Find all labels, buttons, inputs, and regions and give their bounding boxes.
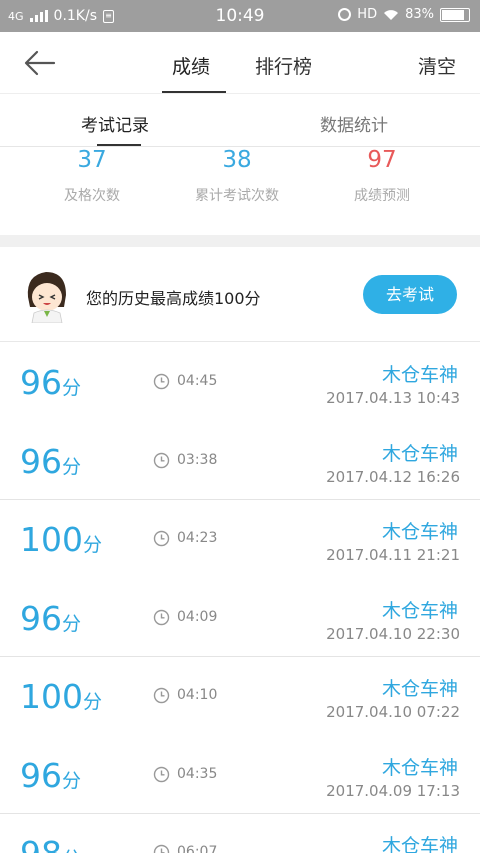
record-username: 木仓车神 [381, 756, 458, 779]
stat-value: 38 [222, 147, 252, 173]
stat-label: 累计考试次数 [195, 188, 279, 204]
clock-icon [153, 687, 170, 704]
score-unit: 分 [83, 534, 103, 556]
score-unit: 分 [62, 377, 82, 399]
avatar [27, 272, 66, 323]
score-value: 96 [20, 363, 62, 402]
section-divider [0, 235, 480, 247]
clock-icon [153, 766, 170, 782]
stat-label: 及格次数 [64, 188, 120, 204]
record-username: 木仓车神 [381, 599, 458, 622]
record-row[interactable]: 100分 04:10 木仓车神 2017.04.10 07:22 [0, 657, 480, 736]
stat-total-exams: 38 累计考试次数 [157, 147, 317, 205]
record-score: 96分 [20, 598, 82, 642]
best-score-banner: 您的历史最高成绩100分 去考试 [0, 247, 480, 342]
tab-data-statistics[interactable]: 数据统计 [320, 111, 388, 136]
record-score: 100分 [20, 522, 102, 563]
record-row[interactable]: 96分 03:38 木仓车神 2017.04.12 16:26 [0, 421, 480, 500]
score-value: 96 [20, 598, 62, 638]
record-score: 96分 [20, 755, 82, 799]
score-unit: 分 [83, 691, 103, 713]
record-score: 100分 [20, 679, 102, 720]
score-unit: 分 [62, 848, 81, 853]
top-navigation: 成绩 排行榜 清空 [0, 32, 480, 94]
record-date: 2017.04.11 21:21 [326, 546, 460, 564]
record-row[interactable]: 96分 04:09 木仓车神 2017.04.10 22:30 [0, 578, 480, 657]
battery-icon [440, 7, 470, 22]
status-bar: 4G 0.1K/s ≡ 10:49 HD 83% [0, 0, 480, 32]
score-value: 100 [20, 520, 83, 559]
record-duration: 04:09 [177, 608, 218, 625]
record-username: 木仓车神 [381, 442, 458, 465]
stat-pass-count: 37 及格次数 [12, 147, 172, 205]
stat-label: 成绩预测 [354, 188, 410, 204]
record-row[interactable]: 98分 06:07 木仓车神 [0, 814, 480, 853]
record-row[interactable]: 96分 04:35 木仓车神 2017.04.09 17:13 [0, 735, 480, 814]
record-username: 木仓车神 [381, 678, 458, 700]
record-row[interactable]: 100分 04:23 木仓车神 2017.04.11 21:21 [0, 500, 480, 579]
record-row[interactable]: 96分 04:45 木仓车神 2017.04.13 10:43 [0, 343, 480, 422]
stats-summary: 37 及格次数 38 累计考试次数 97 成绩预测 [0, 147, 480, 235]
score-value: 100 [20, 677, 83, 716]
record-duration: 04:10 [177, 687, 218, 703]
score-unit: 分 [62, 612, 82, 635]
record-username: 木仓车神 [381, 364, 458, 386]
stat-score-prediction: 97 成绩预测 [302, 147, 462, 205]
record-date: 2017.04.12 16:26 [326, 467, 460, 486]
score-unit: 分 [62, 455, 82, 478]
record-username: 木仓车神 [381, 521, 458, 543]
record-score: 96分 [20, 441, 82, 485]
record-date: 2017.04.13 10:43 [326, 389, 460, 407]
tab-leaderboard[interactable]: 排行榜 [255, 52, 312, 79]
back-arrow-icon[interactable] [22, 48, 58, 78]
clock-icon [153, 452, 170, 468]
clock-icon [153, 609, 170, 625]
score-value: 96 [20, 441, 62, 481]
battery-percent: 83% [405, 7, 434, 22]
record-score: 98分 [20, 836, 81, 853]
tab-exam-records[interactable]: 考试记录 [81, 111, 149, 136]
clock-icon [153, 373, 170, 390]
hd-indicator: HD [357, 7, 378, 22]
record-username: 木仓车神 [381, 835, 458, 853]
exam-records-list: 96分 04:45 木仓车神 2017.04.13 10:43 96分 03:38 木仓车神… [0, 343, 480, 853]
status-right: HD 83% [338, 7, 470, 22]
active-tab-indicator [162, 91, 226, 93]
sub-tabs: 考试记录 数据统计 [0, 95, 480, 147]
record-duration: 03:38 [177, 451, 218, 468]
clear-button[interactable]: 清空 [418, 52, 456, 79]
best-score-text: 您的历史最高成绩100分 [86, 289, 261, 308]
go-exam-button[interactable]: 去考试 [363, 275, 457, 314]
record-duration: 04:45 [177, 373, 218, 389]
tab-grades[interactable]: 成绩 [172, 52, 210, 79]
record-date: 2017.04.09 17:13 [326, 781, 460, 800]
score-value: 96 [20, 755, 62, 795]
stat-value: 37 [77, 147, 107, 173]
record-duration: 04:23 [177, 530, 218, 546]
alarm-icon [338, 8, 352, 21]
record-duration: 04:35 [177, 765, 218, 782]
record-date: 2017.04.10 07:22 [326, 703, 460, 721]
active-subtab-indicator [97, 144, 141, 146]
record-duration: 06:07 [177, 844, 218, 853]
clock-icon [153, 530, 170, 547]
record-score: 96分 [20, 365, 81, 406]
clock-icon [153, 844, 170, 853]
stat-value: 97 [367, 147, 397, 173]
score-value: 98 [20, 834, 62, 853]
score-unit: 分 [62, 769, 82, 792]
wifi-icon [384, 10, 399, 20]
record-date: 2017.04.10 22:30 [326, 624, 460, 643]
